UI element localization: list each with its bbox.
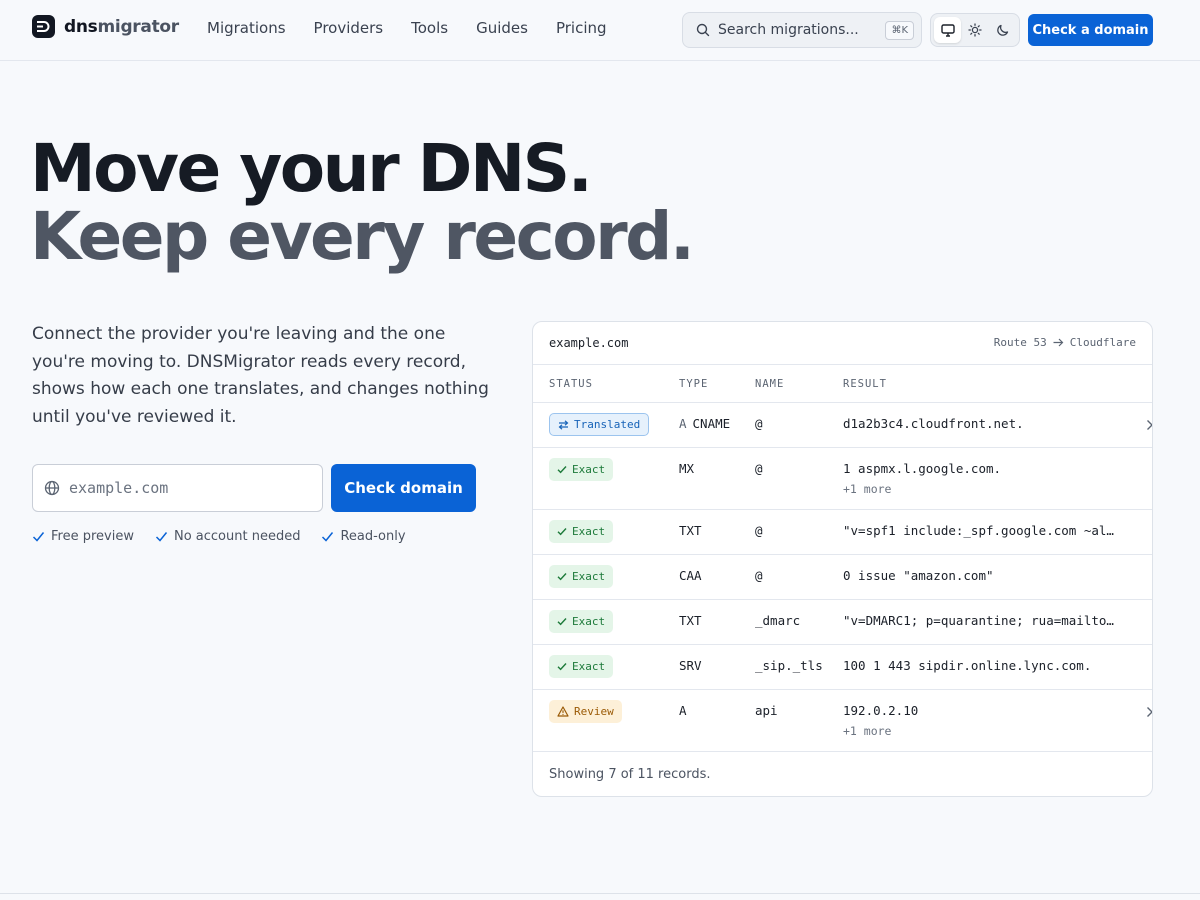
check-a-domain-button[interactable]: Check a domain [1028, 14, 1153, 46]
record-result: "v=DMARC1; p=quarantine; rua=mailto:dmar… [843, 613, 1118, 628]
column-name: NAME [755, 378, 785, 390]
record-type: CAA [679, 568, 702, 583]
swap-icon [558, 419, 569, 430]
moon-icon [997, 24, 1008, 36]
sun-icon [968, 23, 982, 37]
record-name: @ [755, 461, 763, 476]
table-row[interactable]: Exact CAA @0 issue "amazon.com" [533, 555, 1152, 600]
nav-guides[interactable]: Guides [476, 19, 528, 37]
provider-route: Route 53 Cloudflare [994, 336, 1136, 349]
record-type: TXT [679, 613, 702, 628]
status-badge: Exact [549, 655, 614, 678]
records-count: Showing 7 of 11 records. [549, 767, 711, 782]
perks-list: Free preview No account needed Read-only [32, 529, 427, 544]
hero-title-line2: Keep every record. [30, 198, 695, 275]
section-divider [0, 893, 1200, 894]
record-name: api [755, 703, 778, 718]
domain-input[interactable] [69, 479, 289, 497]
table-row[interactable]: Exact MX @1 aspmx.l.google.com. +1 more [533, 448, 1152, 510]
check-icon [557, 663, 567, 671]
record-result: "v=spf1 include:_spf.google.com ~all" [843, 523, 1118, 538]
record-name: _sip._tls [755, 658, 823, 673]
chevron-right-icon [1147, 420, 1152, 430]
perk-item: Free preview [32, 529, 134, 544]
record-result: 100 1 443 sipdir.online.lync.com. [843, 658, 1092, 673]
table-row[interactable]: Translated A CNAME @ d1a2b3c4.cloudfront.net… [533, 403, 1152, 448]
hero-title-line1: Move your DNS. [30, 130, 593, 207]
record-type: TXT [679, 523, 702, 538]
card-header: example.com Route 53 Cloudflare [533, 322, 1152, 365]
check-icon [557, 618, 567, 626]
check-icon [322, 532, 334, 542]
record-result: 1 aspmx.l.google.com. [843, 461, 1002, 476]
check-icon [557, 466, 567, 474]
table-row[interactable]: Exact SRV _sip._tls 100 1 443 sipdir.online… [533, 645, 1152, 690]
globe-icon [44, 480, 60, 496]
perk-item: No account needed [155, 529, 300, 544]
card-footer: Showing 7 of 11 records. [533, 751, 1152, 796]
monitor-icon [940, 23, 955, 37]
column-status: STATUS [549, 378, 593, 390]
brand-name: dnsmigrator [64, 16, 179, 37]
hero-lead: Connect the provider you're leaving and … [32, 324, 489, 427]
nav-pricing[interactable]: Pricing [556, 19, 607, 37]
status-badge: Review [549, 700, 622, 723]
record-type-icon: A [679, 416, 687, 431]
column-type: TYPE [679, 378, 709, 390]
warning-icon [557, 706, 569, 717]
record-type: A [679, 703, 687, 718]
record-type: MX [679, 461, 695, 476]
chevron-right-icon [1147, 707, 1152, 717]
perk-item: Read-only [321, 529, 406, 544]
column-result: RESULT [843, 378, 887, 390]
record-result: 0 issue "amazon.com" [843, 568, 994, 583]
check-icon [557, 573, 567, 581]
target-provider: Cloudflare [1069, 336, 1136, 349]
site-header: dnsmigrator Migrations Providers Tools G… [0, 0, 1200, 61]
status-badge: Translated [549, 413, 650, 436]
check-icon [32, 532, 45, 542]
theme-light-button[interactable] [961, 17, 988, 43]
status-badge: Exact [549, 610, 614, 633]
logo-icon [32, 15, 55, 38]
search-input[interactable] [718, 22, 878, 38]
status-badge: Exact [549, 565, 614, 588]
check-icon [557, 528, 567, 536]
record-type: SRV [679, 658, 702, 673]
main-nav: Migrations Providers Tools Guides Pricin… [207, 19, 635, 37]
logo[interactable]: dnsmigrator [32, 15, 179, 38]
record-result: 192.0.2.10 [843, 703, 919, 718]
check-icon [155, 532, 168, 542]
record-name: @ [755, 568, 763, 583]
source-provider: Route 53 [993, 336, 1047, 349]
preview-domain: example.com [549, 336, 629, 350]
migration-preview-card: example.com Route 53 Cloudflare STATUS T… [532, 321, 1153, 797]
record-rows: Translated A CNAME @ d1a2b3c4.cloudfront.net… [533, 403, 1152, 752]
arrow-right-icon [1053, 338, 1064, 347]
theme-system-button[interactable] [934, 17, 962, 43]
search-shortcut: ⌘K [885, 21, 914, 40]
table-row[interactable]: Review Aapi 192.0.2.10 +1 more [533, 690, 1152, 752]
domain-input-field[interactable] [32, 464, 323, 512]
record-name: @ [755, 523, 763, 538]
nav-providers[interactable]: Providers [314, 19, 384, 37]
nav-migrations[interactable]: Migrations [207, 19, 286, 37]
table-row[interactable]: Exact TXT _dmarc "v=DMARC1; p=quarantine; r… [533, 600, 1152, 645]
status-badge: Exact [549, 458, 614, 481]
record-result: d1a2b3c4.cloudfront.net. [843, 416, 1024, 431]
record-name: _dmarc [755, 613, 801, 628]
table-row[interactable]: Exact TXT @ "v=spf1 include:_spf.google.com… [533, 510, 1152, 555]
theme-switcher [930, 13, 1020, 47]
record-name: @ [755, 416, 763, 431]
theme-dark-button[interactable] [989, 17, 1016, 43]
table-header: STATUS TYPE NAME RESULT [533, 365, 1152, 403]
nav-tools[interactable]: Tools [411, 19, 448, 37]
status-badge: Exact [549, 520, 614, 543]
check-domain-button[interactable]: Check domain [331, 464, 476, 512]
record-type: A CNAME [679, 416, 731, 431]
more-values-link[interactable]: +1 more [843, 724, 891, 738]
search-icon [696, 23, 710, 37]
search-box[interactable]: ⌘K [682, 12, 922, 48]
more-values-link[interactable]: +1 more [843, 482, 891, 496]
